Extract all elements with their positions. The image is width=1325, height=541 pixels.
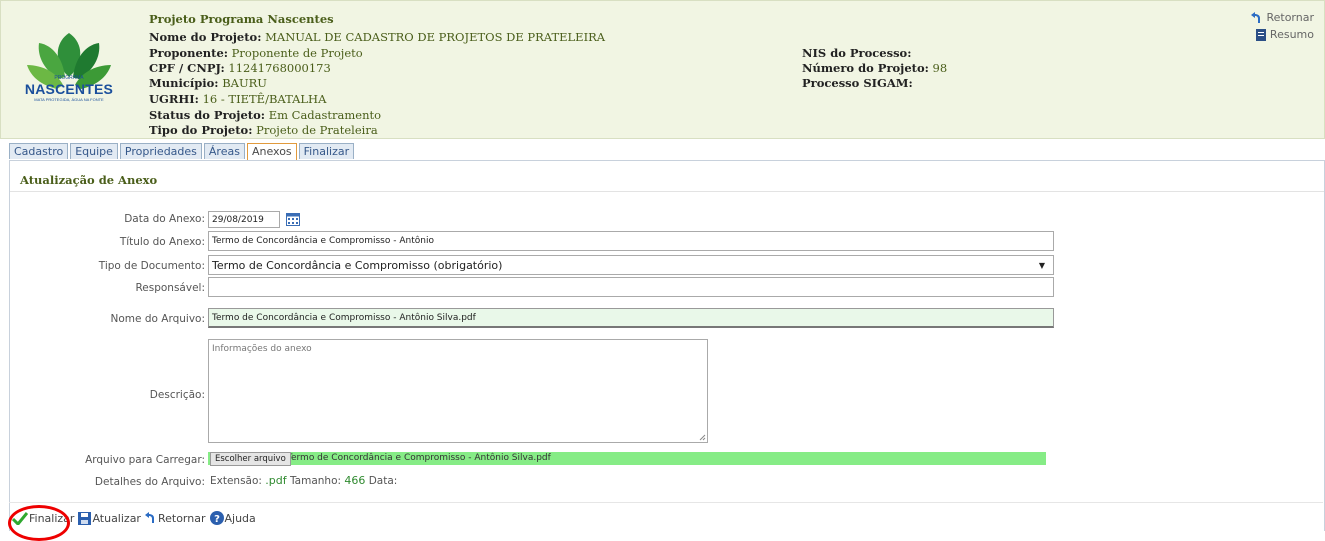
attachment-date-input[interactable]: 29/08/2019 [208,211,280,228]
file-name-input[interactable]: Termo de Concordância e Compromisso - An… [208,308,1054,328]
project-status-row: Status do Projeto: Em Cadastramento [149,108,382,122]
choose-file-button[interactable]: Escolher arquivo [210,452,291,466]
size-label: Tamanho: [289,475,342,487]
project-number-row: Número do Projeto: 98 [802,61,948,75]
file-details-label: Detalhes do Arquivo: [94,476,205,488]
attachment-title-label: Título do Anexo: [119,236,205,248]
project-header: PROGRAMA NASCENTES MATA PROTEGIDA, ÁGUA … [0,0,1325,139]
cpf-cnpj-row: CPF / CNPJ: 11241768000173 [149,61,331,75]
tab-cadastro[interactable]: Cadastro [9,143,69,159]
description-textarea[interactable]: Informações do anexo [208,339,708,443]
file-name-label: Nome do Arquivo: [110,313,205,325]
proponent-row: Proponente: Proponente de Projeto [149,46,363,60]
document-type-label: Tipo de Documento: [98,260,205,272]
svg-text:?: ? [214,514,220,525]
tab-anexos[interactable]: Anexos [246,143,297,161]
return-button[interactable]: Retornar [144,511,206,525]
help-label: Ajuda [224,511,256,525]
tab-propriedades[interactable]: Propriedades [119,143,202,159]
project-type-row: Tipo do Projeto: Projeto de Prateleira [149,123,378,137]
return-arrow-icon [1251,11,1261,23]
document-type-value: Termo de Concordância e Compromisso (obr… [212,259,503,272]
document-type-select[interactable]: Termo de Concordância e Compromisso (obr… [208,255,1054,275]
file-details: Extensão: .pdf Tamanho: 466 Data: [210,474,397,487]
return-arrow-icon [144,512,154,523]
extension-label: Extensão: [210,475,262,487]
upload-file-label: Arquivo para Carregar: [85,454,205,466]
help-icon: ? [209,511,224,525]
responsible-input[interactable] [208,277,1054,297]
panel-title: Atualização de Anexo [20,173,158,187]
panel-divider [10,191,1324,192]
project-name-row: Nome do Projeto: MANUAL DE CADASTRO DE P… [149,30,606,44]
update-label: Atualizar [92,511,141,525]
size-value: 466 [344,474,366,487]
program-title: Projeto Programa Nascentes [149,12,334,26]
tab-finalizar[interactable]: Finalizar [298,143,355,159]
calendar-icon[interactable] [286,212,300,226]
extension-value: .pdf [265,474,287,487]
return-label: Retornar [157,511,206,525]
nascentes-logo [27,33,111,89]
header-return-label: Retornar [1266,11,1314,24]
update-button[interactable]: Atualizar [78,511,141,525]
logo-wordmark: NASCENTES [24,81,114,97]
municipality-row: Município: BAURU [149,76,267,90]
header-summary-label: Resumo [1269,28,1314,41]
description-placeholder: Informações do anexo [212,344,312,354]
resize-handle-icon[interactable] [699,434,706,441]
save-disk-icon [78,511,92,525]
description-label: Descrição: [149,389,205,401]
actions-divider [9,502,1323,503]
tab-equipe[interactable]: Equipe [70,143,118,159]
nis-row: NIS do Processo: [802,46,912,60]
help-button[interactable]: ? Ajuda [209,511,256,525]
logo-tagline: MATA PROTEGIDA, ÁGUA NA FONTE [34,97,104,102]
tab-areas[interactable]: Áreas [203,143,245,159]
date-label: Data: [368,475,398,487]
header-summary-link[interactable]: Resumo [1255,28,1314,41]
header-return-link[interactable]: Retornar [1251,11,1314,24]
annotation-highlight-ring [8,505,70,541]
ugrhi-row: UGRHI: 16 - TIETÊ/BATALHA [149,92,327,106]
tab-bar: Cadastro Equipe Propriedades Áreas Anexo… [9,143,356,161]
attachment-title-input[interactable]: Termo de Concordância e Compromisso - An… [208,231,1054,251]
attachment-date-label: Data do Anexo: [124,213,205,225]
file-upload-field[interactable]: Termo de Concordância e Compromisso - An… [208,452,1046,465]
chevron-down-icon: ▼ [1038,261,1045,270]
sigam-row: Processo SIGAM: [802,76,913,90]
responsible-label: Responsável: [135,282,205,294]
document-icon [1255,28,1266,41]
chosen-file-name: Termo de Concordância e Compromisso - An… [287,453,551,463]
